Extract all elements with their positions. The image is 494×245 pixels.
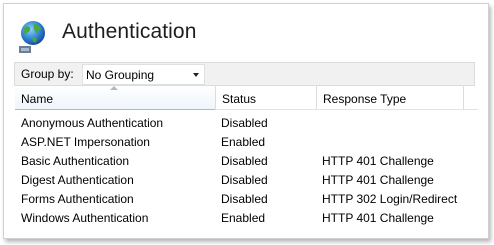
row-name: Forms Authentication: [21, 192, 134, 206]
row-status: Enabled: [221, 135, 266, 149]
table-row[interactable]: Forms Authentication Disabled HTTP 302 L…: [15, 190, 478, 209]
column-header-name[interactable]: Name: [15, 86, 215, 110]
row-status: Disabled: [221, 154, 268, 168]
page-title: Authentication: [62, 20, 197, 43]
column-header-status-label: Status: [222, 92, 257, 106]
group-by-dropdown[interactable]: No Grouping: [82, 64, 205, 85]
group-by-label: Group by:: [21, 67, 74, 81]
group-by-toolbar: Group by: No Grouping: [14, 62, 475, 86]
table-row[interactable]: Digest Authentication Disabled HTTP 401 …: [15, 171, 478, 190]
chevron-down-icon: [193, 73, 199, 77]
row-response-type: HTTP 302 Login/Redirect: [322, 192, 458, 206]
table-row[interactable]: ASP.NET Impersonation Enabled: [15, 133, 478, 152]
row-name: Anonymous Authentication: [21, 116, 164, 130]
row-response-type: HTTP 401 Challenge: [322, 173, 434, 187]
row-name: Digest Authentication: [21, 173, 134, 187]
globe-icon: [16, 18, 48, 54]
table-row[interactable]: Basic Authentication Disabled HTTP 401 C…: [15, 152, 478, 171]
features-table: Name Status Response Type Anonymous Auth…: [15, 86, 478, 228]
column-header-name-label: Name: [21, 92, 54, 106]
sort-ascending-icon: [110, 86, 118, 90]
row-response-type: HTTP 401 Challenge: [322, 211, 434, 225]
row-name: Windows Authentication: [21, 211, 149, 225]
page-header: Authentication: [4, 4, 488, 60]
row-name: ASP.NET Impersonation: [21, 135, 150, 149]
column-header-response-type-label: Response Type: [323, 92, 407, 106]
row-status: Disabled: [221, 192, 268, 206]
column-header-response-type[interactable]: Response Type: [316, 86, 464, 109]
authentication-panel: Authentication Group by: No Grouping Nam…: [3, 3, 489, 239]
row-status: Enabled: [221, 211, 266, 225]
column-header-status[interactable]: Status: [215, 86, 316, 109]
table-row[interactable]: Windows Authentication Enabled HTTP 401 …: [15, 209, 478, 228]
table-row[interactable]: Anonymous Authentication Disabled: [15, 114, 478, 133]
row-status: Disabled: [221, 116, 268, 130]
table-header: Name Status Response Type: [15, 86, 478, 110]
row-response-type: HTTP 401 Challenge: [322, 154, 434, 168]
group-by-value: No Grouping: [86, 68, 155, 82]
table-body: Anonymous Authentication Disabled ASP.NE…: [15, 114, 478, 228]
row-name: Basic Authentication: [21, 154, 130, 168]
row-status: Disabled: [221, 173, 268, 187]
